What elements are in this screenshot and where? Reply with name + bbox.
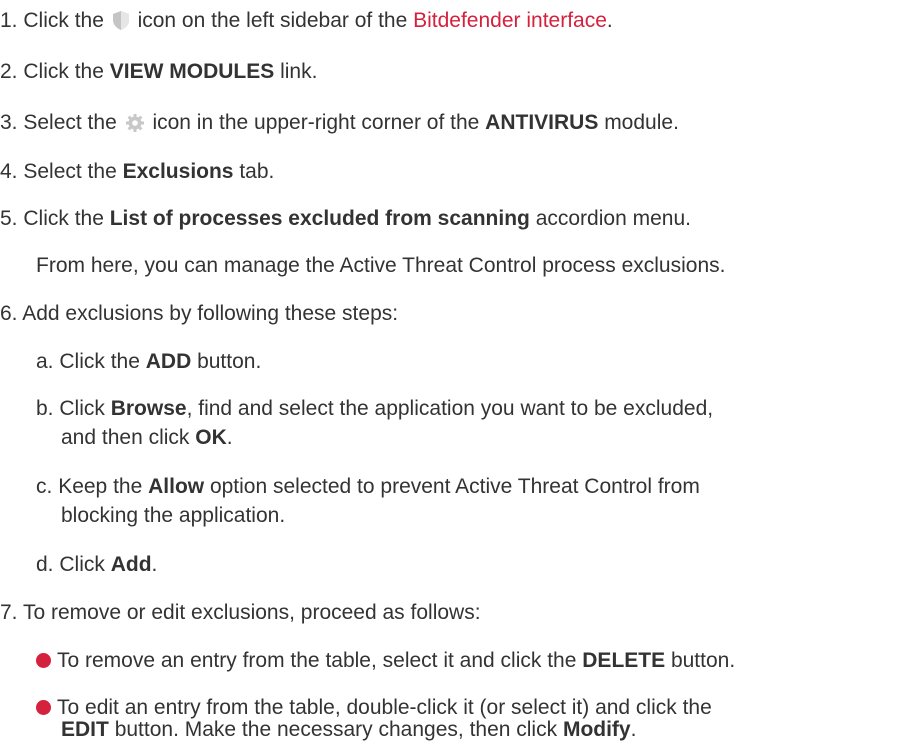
- step-text: Keep the: [58, 475, 143, 498]
- step-number: 6.: [0, 302, 18, 325]
- step-text: module.: [604, 111, 679, 134]
- step-text: and then click: [61, 426, 190, 449]
- step-text: blocking the application.: [61, 504, 286, 527]
- antivirus-label: ANTIVIRUS: [485, 111, 599, 134]
- step-5-note: From here, you can manage the Active Thr…: [36, 252, 725, 280]
- step-text: Click: [59, 553, 105, 576]
- step-text: button. Make the necessary changes, then…: [114, 718, 558, 741]
- step-5: 5. Click the List of processes excluded …: [0, 205, 691, 233]
- step-6d: d. Click Add.: [36, 551, 157, 579]
- step-2: 2. Click the VIEW MODULES link.: [0, 58, 317, 86]
- step-text: button.: [670, 649, 736, 672]
- step-1: 1. Click the icon on the left sidebar of…: [0, 7, 613, 35]
- edit-label: EDIT: [61, 718, 109, 741]
- ok-label: OK: [195, 426, 227, 449]
- step-4: 4. Select the Exclusions tab.: [0, 158, 274, 186]
- step-text: Select the: [23, 160, 117, 183]
- step-3: 3. Select the icon in the upper-right co…: [0, 109, 679, 137]
- step-6b: b. Click Browse, find and select the app…: [36, 395, 713, 423]
- step-text: Click the: [23, 207, 104, 230]
- exclusions-label: Exclusions: [122, 160, 234, 183]
- step-text: button.: [197, 350, 262, 373]
- step-text: To remove an entry from the table, selec…: [57, 649, 577, 672]
- step-text: .: [226, 426, 233, 449]
- delete-label: DELETE: [582, 649, 666, 672]
- add-button-label: ADD: [145, 350, 192, 373]
- step-text: link.: [280, 60, 318, 83]
- step-6c: c. Keep the Allow option selected to pre…: [36, 473, 700, 501]
- step-6a: a. Click the ADD button.: [36, 348, 261, 376]
- step-7: 7. To remove or edit exclusions, proceed…: [0, 599, 481, 627]
- step-text: , find and select the application you wa…: [186, 397, 714, 420]
- step-7-bullet-remove: To remove an entry from the table, selec…: [36, 647, 735, 675]
- step-text: .: [606, 9, 613, 32]
- step-text: icon on the left sidebar of the: [137, 9, 408, 32]
- substep-letter: b.: [36, 397, 54, 420]
- step-text: icon in the upper-right corner of the: [152, 111, 480, 134]
- step-text: Click: [59, 397, 105, 420]
- bullet-icon: [36, 653, 51, 668]
- step-text: .: [151, 553, 158, 576]
- step-text: Add exclusions by following these steps:: [22, 302, 399, 325]
- step-text: tab.: [239, 160, 275, 183]
- process-list-label: List of processes excluded from scanning: [109, 207, 530, 230]
- step-text: Click the: [23, 60, 104, 83]
- step-number: 5.: [0, 207, 18, 230]
- step-7-bullet-edit-continued: EDIT button. Make the necessary changes,…: [61, 716, 636, 744]
- step-6: 6. Add exclusions by following these ste…: [0, 300, 398, 328]
- view-modules-label: VIEW MODULES: [109, 60, 275, 83]
- step-6b-continued: and then click OK.: [61, 424, 233, 452]
- step-number: 4.: [0, 160, 18, 183]
- substep-letter: c.: [36, 475, 53, 498]
- step-text: To remove or edit exclusions, proceed as…: [22, 601, 481, 624]
- substep-letter: d.: [36, 553, 54, 576]
- step-text: accordion menu.: [535, 207, 691, 230]
- step-number: 2.: [0, 60, 18, 83]
- allow-label: Allow: [148, 475, 205, 498]
- gear-icon: [125, 113, 145, 141]
- modify-label: Modify: [562, 718, 631, 741]
- browse-label: Browse: [110, 397, 187, 420]
- step-6c-continued: blocking the application.: [61, 502, 285, 530]
- step-number: 1.: [0, 9, 18, 32]
- step-text: Click the: [59, 350, 140, 373]
- step-number: 3.: [0, 111, 18, 134]
- step-text: option selected to prevent Active Threat…: [209, 475, 700, 498]
- step-number: 7.: [0, 601, 18, 624]
- add-label: Add: [110, 553, 152, 576]
- bitdefender-interface-link[interactable]: Bitdefender interface: [413, 9, 607, 32]
- shield-icon: [112, 10, 130, 39]
- instruction-document: 1. Click the icon on the left sidebar of…: [0, 0, 911, 741]
- step-text: Click the: [23, 9, 104, 32]
- substep-letter: a.: [36, 350, 54, 373]
- note-text: From here, you can manage the Active Thr…: [36, 254, 726, 277]
- step-text: Select the: [23, 111, 117, 134]
- step-text: .: [630, 718, 637, 741]
- bullet-icon: [36, 700, 51, 715]
